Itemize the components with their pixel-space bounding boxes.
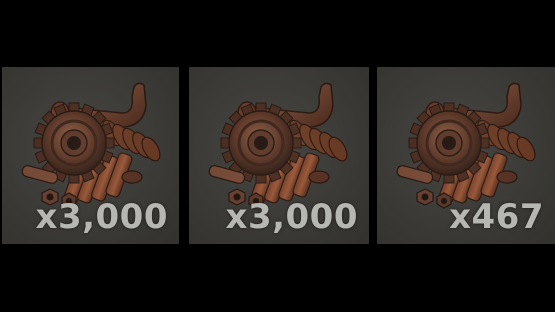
inventory-slot[interactable]: x467 [377, 67, 555, 244]
metal-fragments-gear-icon [394, 81, 541, 210]
inventory-slot[interactable]: x3,000 [2, 67, 179, 244]
metal-fragments-gear-icon [19, 81, 166, 210]
inventory-slot[interactable]: x3,000 [189, 67, 369, 244]
inventory-row: x3,000 x3,000 x467 [0, 0, 555, 312]
item-quantity: x3,000 [225, 197, 358, 237]
item-quantity: x3,000 [35, 197, 168, 237]
metal-fragments-gear-icon [206, 81, 353, 210]
item-quantity: x467 [449, 197, 544, 237]
